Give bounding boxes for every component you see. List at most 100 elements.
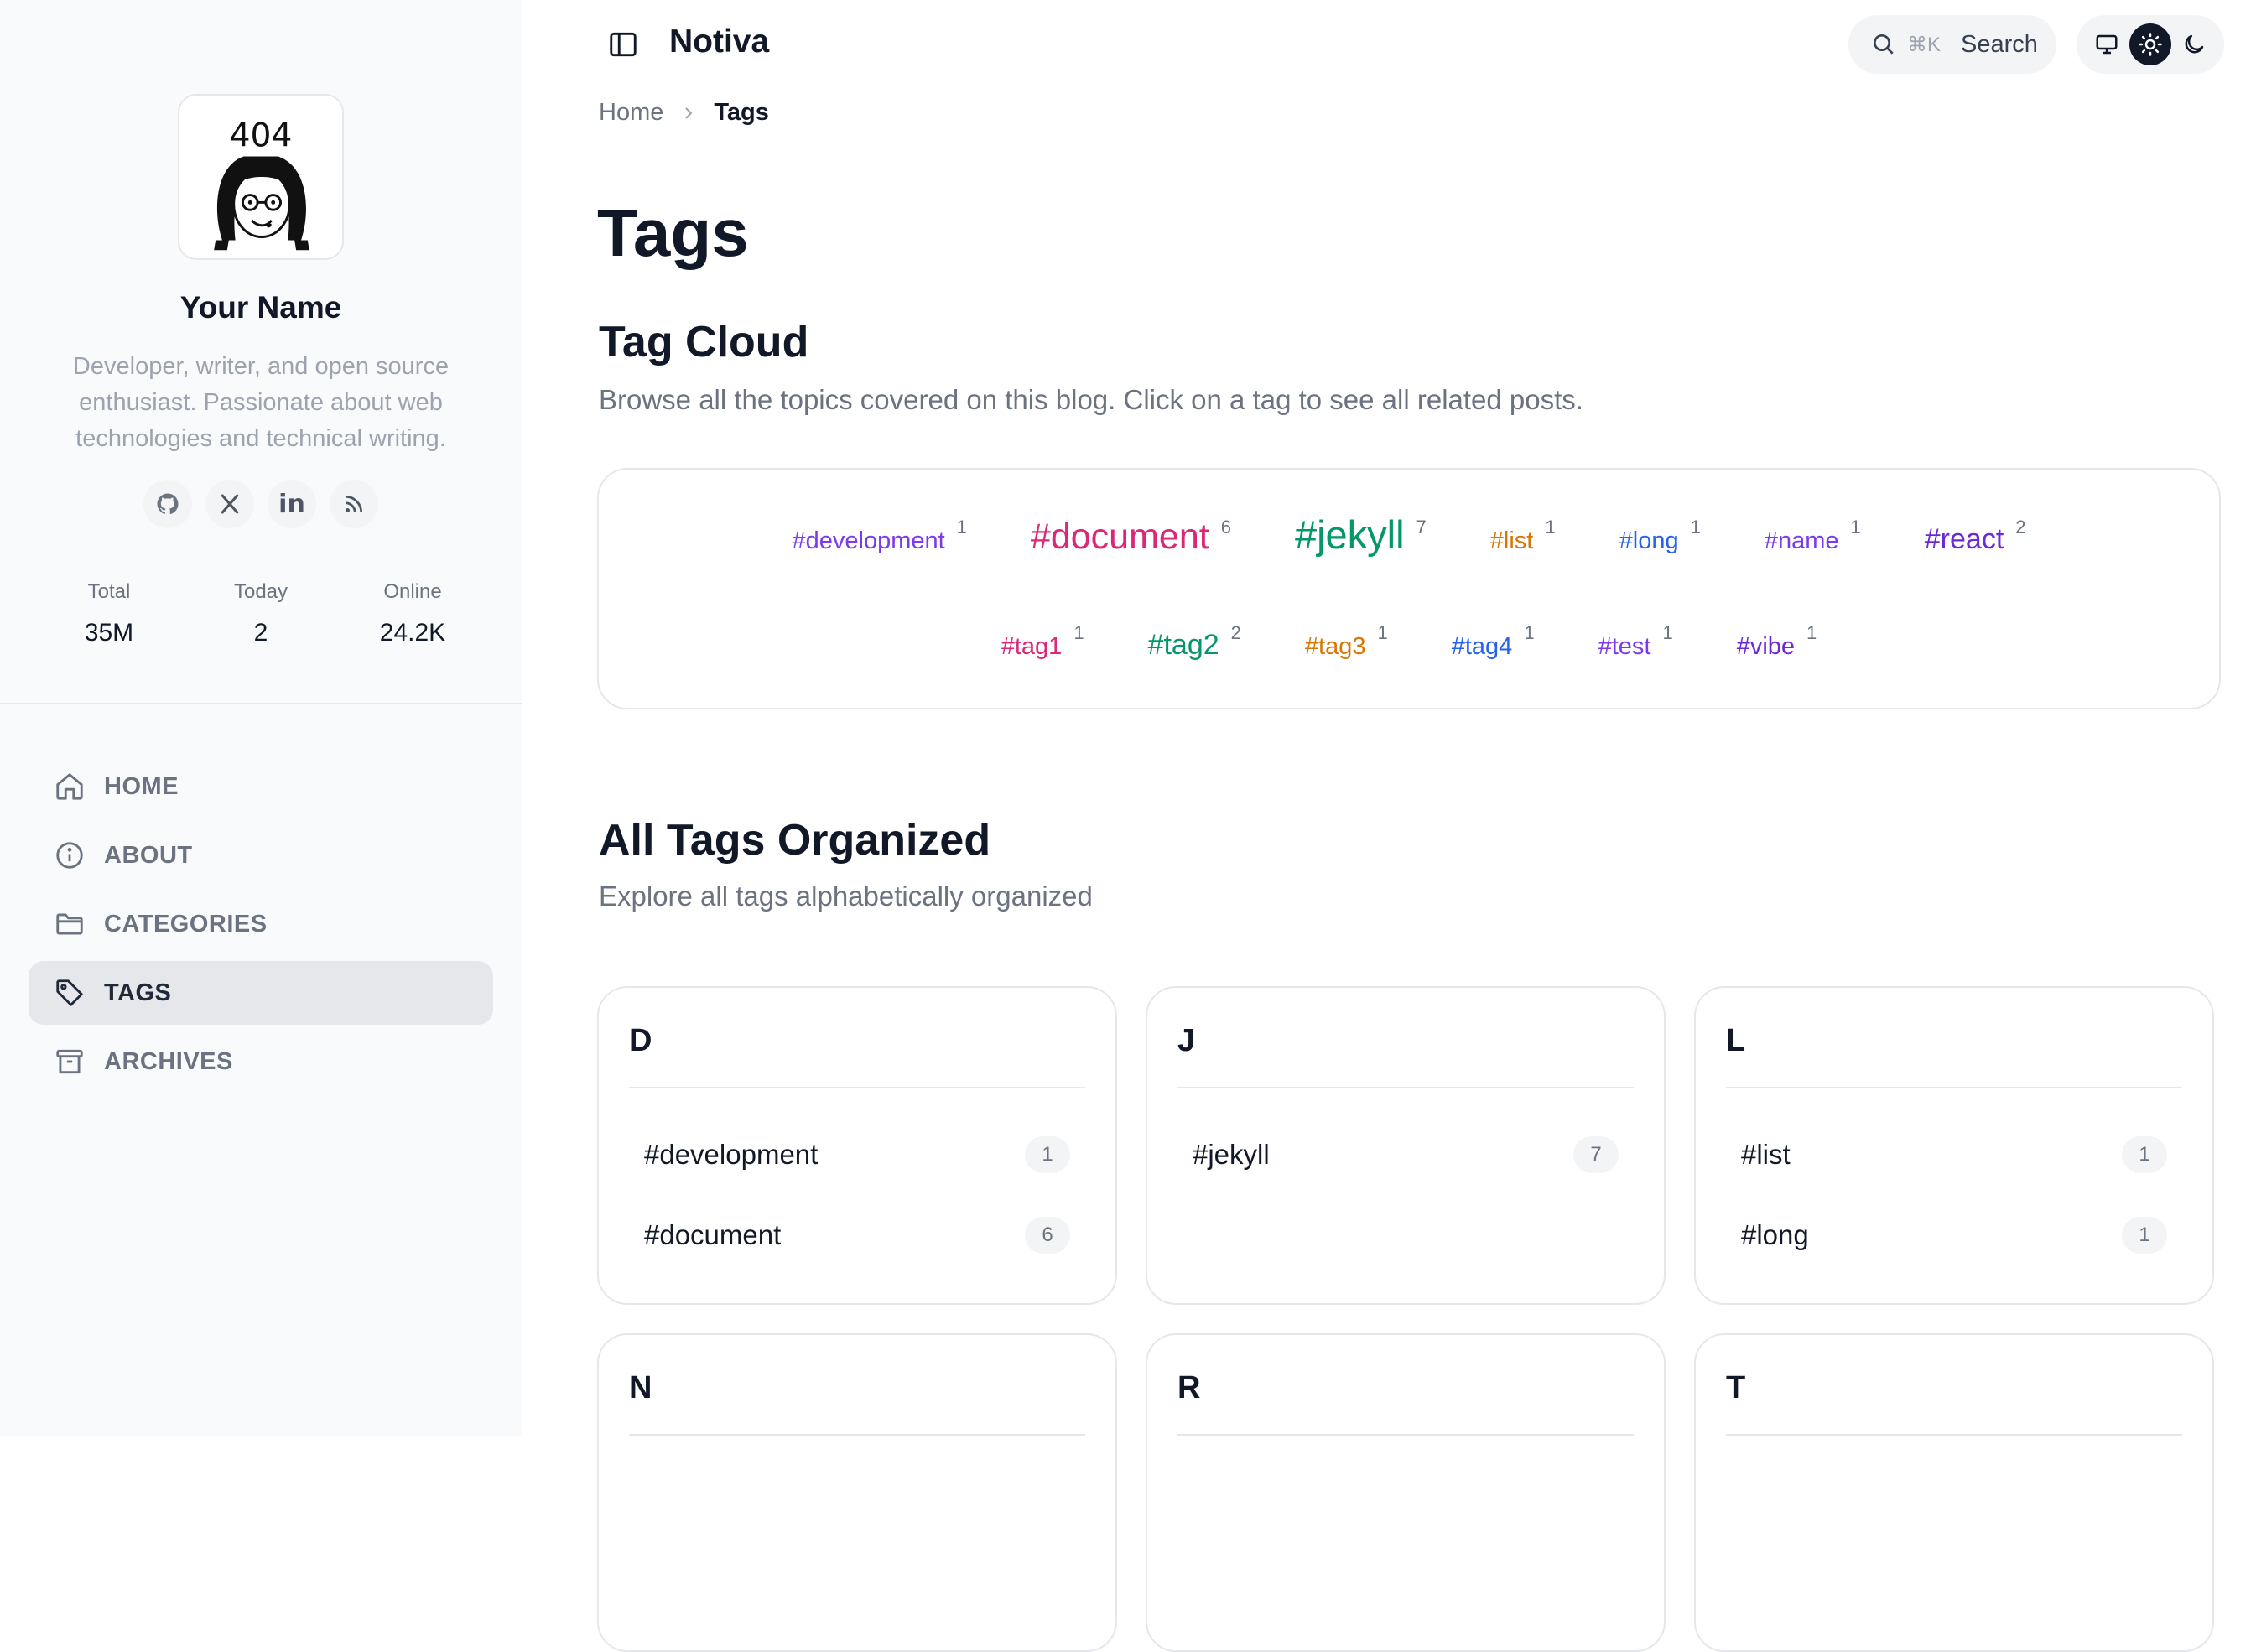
sidebar-item-label: ARCHIVES xyxy=(104,1047,233,1075)
tag-icon xyxy=(56,979,83,1006)
linkedin-icon: in xyxy=(278,489,305,519)
letter-heading: T xyxy=(1726,1370,1746,1405)
cloud-tag-name[interactable]: #name1 xyxy=(1765,517,1861,555)
tag-list-item[interactable]: #jekyll 7 xyxy=(1193,1134,1619,1176)
tag-cloud: #development1 #document 6 #jekyll 7 #list1… xyxy=(597,468,2221,709)
tag-list-item[interactable]: #long 1 xyxy=(1741,1214,2167,1256)
letter-heading: L xyxy=(1726,1023,1746,1058)
moon-icon xyxy=(2185,34,2204,54)
profile-name: Your Name xyxy=(179,290,342,325)
stat-label: Online xyxy=(383,580,442,603)
theme-system-button[interactable] xyxy=(2086,23,2128,65)
github-link[interactable] xyxy=(143,480,192,528)
tag-list-item[interactable]: #list 1 xyxy=(1741,1134,2167,1176)
theme-light-button[interactable] xyxy=(2129,23,2171,65)
x-icon xyxy=(221,494,239,514)
cloud-tag-tag2[interactable]: #tag2 2 xyxy=(1148,622,1241,662)
cloud-tag-test[interactable]: #test1 xyxy=(1598,622,1673,661)
profile-bio: Developer, writer, and open source enthu… xyxy=(72,353,450,452)
breadcrumb: Home Tags xyxy=(599,99,769,127)
sidebar-nav: HOME ABOUT CATEGORIES TAGS ARCHIVES xyxy=(29,755,493,1099)
letter-heading: N xyxy=(629,1370,652,1405)
info-icon xyxy=(56,842,83,869)
tag-name: #document xyxy=(644,1219,782,1250)
stat-value: 2 xyxy=(253,619,268,647)
site-brand[interactable]: Notiva xyxy=(669,23,769,60)
avatar-illustration-icon: 404 xyxy=(214,117,309,251)
theme-switcher xyxy=(2077,15,2224,74)
stat-label: Today xyxy=(233,580,288,603)
cloud-tag-vibe[interactable]: #vibe1 xyxy=(1737,622,1817,661)
letter-divider xyxy=(629,1087,1085,1088)
letter-divider xyxy=(1177,1087,1634,1088)
sidebar-item-tags[interactable]: TAGS xyxy=(29,961,493,1025)
sidebar-item-categories[interactable]: CATEGORIES xyxy=(29,892,493,956)
tag-count-badge: 1 xyxy=(2122,1217,2167,1254)
tag-count-badge: 6 xyxy=(1025,1217,1070,1254)
letter-group-t: T xyxy=(1694,1333,2214,1652)
search-shortcut: ⌘K xyxy=(1907,33,1942,56)
sidebar-toggle-icon xyxy=(610,32,637,57)
letter-heading: R xyxy=(1177,1370,1201,1405)
letter-group-d: D #development 1 #document 6 xyxy=(597,986,1117,1305)
social-links: in xyxy=(0,480,522,528)
sidebar: 404 Your Name Developer, writer, and ope… xyxy=(0,0,522,1436)
chevron-right-icon xyxy=(685,106,693,119)
letter-group-n: N xyxy=(597,1333,1117,1652)
cloud-tag-document[interactable]: #document 6 xyxy=(1031,517,1231,558)
letter-group-r: R xyxy=(1146,1333,1666,1652)
sidebar-item-home[interactable]: HOME xyxy=(29,755,493,818)
monitor-icon xyxy=(2096,34,2118,55)
tag-name: #long xyxy=(1741,1219,1809,1250)
svg-text:404: 404 xyxy=(230,117,293,155)
tag-cloud-title: Tag Cloud xyxy=(599,318,809,366)
sidebar-divider xyxy=(0,703,522,704)
page-title: Tags xyxy=(597,195,749,270)
tag-count-badge: 1 xyxy=(2122,1136,2167,1173)
cloud-tag-tag4[interactable]: #tag41 xyxy=(1452,622,1535,661)
tag-count-badge: 1 xyxy=(1025,1136,1070,1173)
sidebar-toggle-button[interactable] xyxy=(607,29,639,60)
folder-icon xyxy=(56,913,83,935)
rss-icon xyxy=(345,495,363,513)
linkedin-link[interactable]: in xyxy=(268,480,316,528)
github-icon xyxy=(157,493,179,515)
tag-cloud-description: Browse all the topics covered on this bl… xyxy=(599,384,1583,415)
cloud-tag-react[interactable]: #react 2 xyxy=(1925,517,2026,556)
sidebar-item-label: TAGS xyxy=(104,979,172,1006)
cloud-tag-development[interactable]: #development1 xyxy=(792,517,966,555)
tag-name: #development xyxy=(644,1139,819,1170)
cloud-tag-long[interactable]: #long1 xyxy=(1619,517,1701,555)
avatar[interactable]: 404 xyxy=(178,94,344,260)
cloud-tag-jekyll[interactable]: #jekyll 7 xyxy=(1295,512,1427,558)
search-label: Search xyxy=(1961,30,2038,58)
stat-value: 24.2K xyxy=(379,619,446,647)
tag-cloud-row: #tag11 #tag2 2 #tag31 #tag41 #test1 #vibe… xyxy=(599,622,2219,662)
letter-heading: J xyxy=(1177,1023,1196,1058)
breadcrumb-home-link[interactable]: Home xyxy=(599,99,663,127)
theme-dark-button[interactable] xyxy=(2173,23,2215,65)
cloud-tag-tag1[interactable]: #tag11 xyxy=(1001,622,1084,661)
tag-list-item[interactable]: #document 6 xyxy=(644,1214,1070,1256)
home-icon xyxy=(56,773,83,800)
sun-icon xyxy=(2139,33,2162,56)
cloud-tag-tag3[interactable]: #tag31 xyxy=(1305,622,1388,661)
search-button[interactable]: ⌘K Search xyxy=(1848,15,2056,74)
rss-link[interactable] xyxy=(330,480,378,528)
cloud-tag-list[interactable]: #list1 xyxy=(1490,517,1556,555)
all-tags-title: All Tags Organized xyxy=(599,816,991,865)
stat-value: 35M xyxy=(84,619,134,647)
tag-name: #jekyll xyxy=(1193,1139,1270,1170)
breadcrumb-current: Tags xyxy=(714,99,769,126)
x-link[interactable] xyxy=(205,480,254,528)
archive-icon xyxy=(56,1049,83,1074)
search-icon xyxy=(1874,34,1894,55)
sidebar-item-about[interactable]: ABOUT xyxy=(29,823,493,887)
tag-list-item[interactable]: #development 1 xyxy=(644,1134,1070,1176)
letter-divider xyxy=(1726,1087,2182,1088)
sidebar-item-label: ABOUT xyxy=(104,841,193,869)
sidebar-item-label: CATEGORIES xyxy=(104,910,268,938)
visitor-stats: Total 35M Today 2 Online 24.2K xyxy=(34,580,488,647)
stat-total: Total 35M xyxy=(34,580,185,647)
sidebar-item-archives[interactable]: ARCHIVES xyxy=(29,1030,493,1094)
